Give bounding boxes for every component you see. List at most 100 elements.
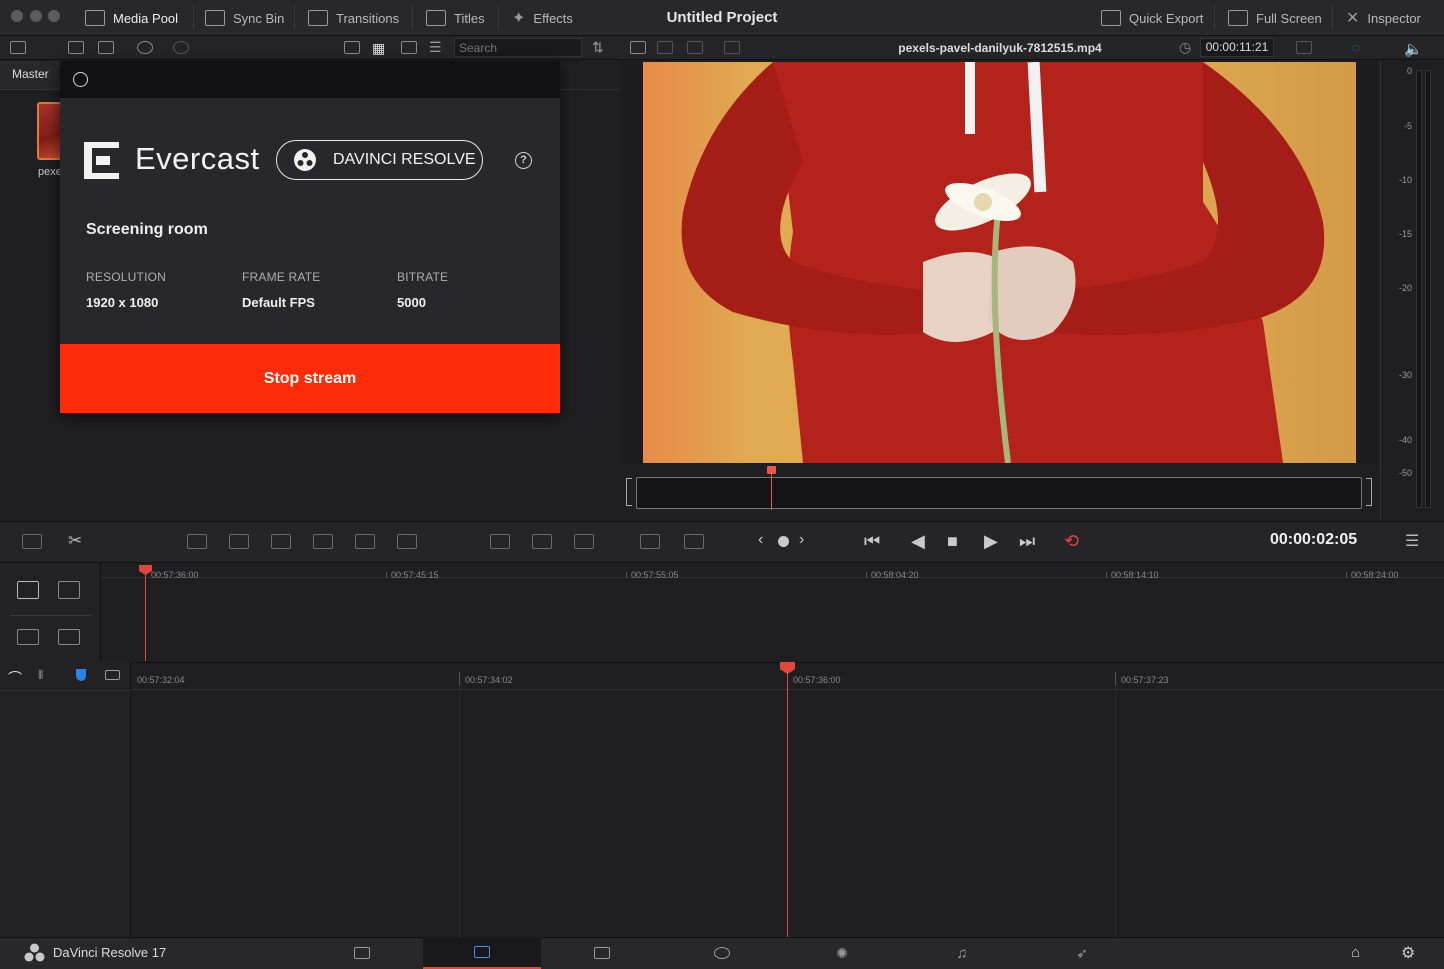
meter-tick: -10 <box>1398 175 1412 185</box>
safe-area-icon[interactable] <box>657 41 673 54</box>
trim-icon[interactable] <box>490 534 510 549</box>
help-icon[interactable]: ? <box>515 152 532 169</box>
quick-export-label: Quick Export <box>1129 10 1204 26</box>
deliver-page-button[interactable]: ➶ <box>1023 937 1141 969</box>
tools-icon[interactable] <box>684 534 704 549</box>
step-back-icon[interactable]: ◀ <box>911 531 925 552</box>
meter-tick: -15 <box>1398 229 1412 239</box>
minimize-window-button[interactable] <box>30 10 42 22</box>
clip-thumbnail-label: pexe <box>38 166 62 178</box>
ruler-label: 00:57:55:05 <box>631 570 679 580</box>
fast-review-icon[interactable] <box>640 534 660 549</box>
video-track-icon[interactable] <box>17 629 39 645</box>
dynamic-trim-icon[interactable] <box>532 534 552 549</box>
effects-button[interactable]: ✦ Effects <box>512 0 573 36</box>
status-circle-icon[interactable] <box>73 72 88 87</box>
media-page-icon <box>354 947 370 959</box>
source-overwrite-icon[interactable] <box>397 534 417 549</box>
stop-icon[interactable]: ■ <box>947 531 958 552</box>
close-up-icon[interactable] <box>313 534 333 549</box>
quick-export-button[interactable]: Quick Export <box>1101 0 1203 36</box>
meter-channel-right <box>1425 70 1431 508</box>
import-folder-icon[interactable] <box>98 41 114 54</box>
inspector-icon: ✕ <box>1346 10 1360 27</box>
mark-icon[interactable] <box>778 536 789 547</box>
thumbnail-view-icon[interactable]: ▦ <box>372 40 385 57</box>
sync-bin-button[interactable]: Sync Bin <box>205 0 284 36</box>
upper-timeline-tools <box>0 563 101 661</box>
image-view-icon[interactable] <box>630 41 646 54</box>
source-timecode[interactable]: 00:00:11:21 <box>1200 38 1274 57</box>
filmstrip-view-icon[interactable] <box>401 41 417 54</box>
flag-icon[interactable] <box>76 669 86 681</box>
go-to-end-icon[interactable]: ⏭ <box>1019 531 1035 552</box>
full-screen-button[interactable]: Full Screen <box>1228 0 1322 36</box>
smart-insert-icon[interactable] <box>187 534 207 549</box>
bitrate-value: 5000 <box>397 295 426 310</box>
resolution-value: 1920 x 1080 <box>86 295 159 310</box>
scrubber-track[interactable] <box>636 477 1362 509</box>
cut-page-button[interactable] <box>423 937 541 969</box>
sort-icon[interactable]: ⇅ <box>592 39 604 56</box>
media-pool-label: Media Pool <box>113 10 179 26</box>
evercast-header <box>60 61 560 98</box>
metadata-view-icon[interactable] <box>344 41 360 54</box>
unlink-icon[interactable] <box>173 41 189 54</box>
lower-timeline-tools: ⌒ ⦀ <box>0 662 131 937</box>
lower-playhead-line <box>787 670 788 937</box>
fusion-page-button[interactable] <box>663 937 781 969</box>
transform-icon[interactable] <box>1296 41 1312 54</box>
menu-icon[interactable]: ☰ <box>1405 531 1419 551</box>
media-page-button[interactable] <box>303 937 421 969</box>
new-bin-icon[interactable] <box>68 41 84 54</box>
color-page-button[interactable]: ✺ <box>783 937 901 969</box>
scissors-icon[interactable]: ✂ <box>68 531 82 551</box>
place-on-top-icon[interactable] <box>355 534 375 549</box>
fusion-page-icon <box>714 947 730 959</box>
audio-track-icon[interactable] <box>58 629 80 645</box>
track-lock-icon[interactable] <box>17 581 39 599</box>
marker-icon[interactable] <box>105 670 120 680</box>
track-split-icon[interactable] <box>58 581 80 599</box>
home-icon[interactable]: ⌂ <box>1351 944 1360 961</box>
append-icon[interactable] <box>229 534 249 549</box>
inspector-button[interactable]: ✕ Inspector <box>1346 0 1421 36</box>
titles-button[interactable]: Titles <box>426 0 485 36</box>
smart-indicator-icon[interactable] <box>22 534 42 549</box>
panel-toggle-icon[interactable] <box>10 41 26 54</box>
display-mode-icon[interactable] <box>724 41 740 54</box>
close-window-button[interactable] <box>11 10 23 22</box>
list-view-icon[interactable]: ☰ <box>429 39 442 56</box>
transitions-button[interactable]: Transitions <box>308 0 399 36</box>
settings-gear-icon[interactable]: ⚙ <box>1401 943 1415 963</box>
go-to-start-icon[interactable]: ⏮ <box>864 531 880 552</box>
loop-icon[interactable]: ⟲ <box>1064 531 1079 552</box>
effects-icon: ✦ <box>512 10 526 27</box>
media-pool-button[interactable]: Media Pool <box>85 0 178 36</box>
play-icon[interactable]: ▶ <box>984 531 998 552</box>
integration-pill: DAVINCI RESOLVE <box>276 140 483 180</box>
scrubber-playhead[interactable] <box>767 466 776 474</box>
zoom-window-button[interactable] <box>48 10 60 22</box>
ripple-overwrite-icon[interactable] <box>271 534 291 549</box>
bitrate-key: BITRATE <box>397 270 449 284</box>
stop-stream-button[interactable]: Stop stream <box>60 344 560 413</box>
transition-icon[interactable] <box>574 534 594 549</box>
evercast-logo-icon <box>84 142 119 179</box>
fairlight-page-button[interactable]: ♫ <box>903 937 1021 969</box>
prev-marker-icon[interactable]: ‹ <box>758 531 763 549</box>
lower-timeline[interactable] <box>0 662 1444 937</box>
relink-icon[interactable] <box>137 41 153 54</box>
bin-tab-master[interactable]: Master <box>0 61 60 89</box>
transport-bar <box>0 521 1444 563</box>
media-pool-icon <box>85 10 105 26</box>
search-input[interactable] <box>454 38 582 57</box>
edit-page-button[interactable] <box>543 937 661 969</box>
volume-icon[interactable]: 🔈 <box>1404 40 1423 58</box>
audio-waveform-icon[interactable]: ⦀ <box>38 668 43 683</box>
split-view-icon[interactable] <box>687 41 703 54</box>
export-icon <box>1101 10 1121 26</box>
snapping-icon[interactable]: ⌒ <box>8 668 22 688</box>
color-sync-icon[interactable]: ◌ <box>1352 39 1360 55</box>
next-marker-icon[interactable]: › <box>799 531 804 549</box>
